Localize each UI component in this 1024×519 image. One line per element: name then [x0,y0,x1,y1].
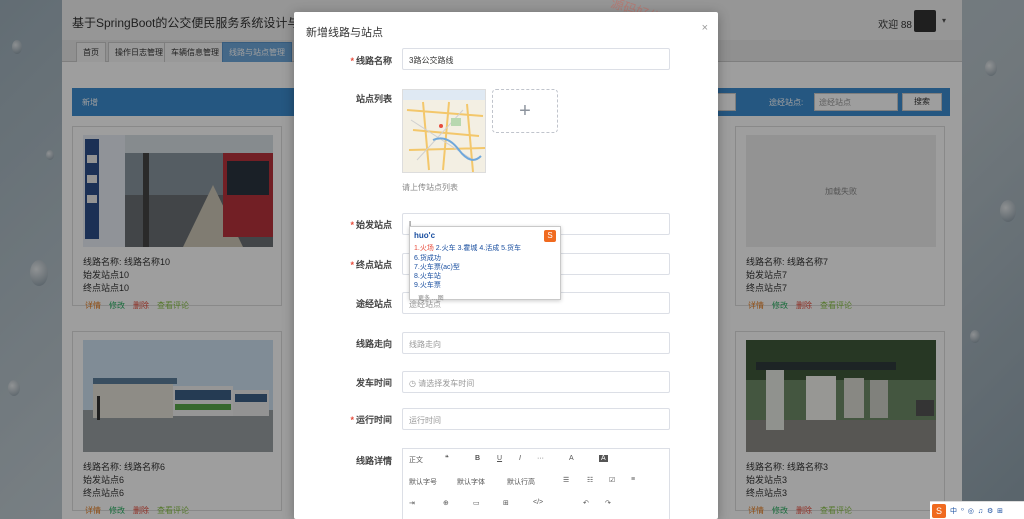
table-icon[interactable]: ⊞ [503,499,509,507]
ime-footer: 更多 …图 [418,296,444,302]
code-icon[interactable]: </> [533,499,543,506]
direction-input[interactable]: 线路走向 [402,332,670,354]
rich-text-editor[interactable]: 正文 ❝ B U I ··· A A 默认字号 默认字体 默认行高 ☰ ☷ ☑ … [402,448,670,519]
numbered-list-icon[interactable]: ☷ [587,476,593,484]
ime-candidates-row[interactable]: 1.火场 2.火车 3.霍城 4.活成 5.货车 [414,243,521,253]
image-icon[interactable]: ▭ [473,499,480,507]
line-height-select[interactable]: 默认行高 [507,477,535,487]
close-icon[interactable]: × [702,22,708,34]
font-color-icon[interactable]: A [569,455,574,462]
ime-toolbar: S 中 ⁰ ◎ ♫ ⚙ ⊞ [930,501,1024,519]
indent-icon[interactable]: ⇥ [409,499,415,507]
font-size-select[interactable]: 默认字号 [409,477,437,487]
start-station-label: * 始发站点 [350,220,392,230]
route-name-label: * 线路名称 [350,56,392,66]
align-icon[interactable]: ≡ [631,476,635,483]
sogou-logo-icon[interactable]: S [932,504,946,518]
upload-tip: 请上传站点列表 [402,183,458,192]
station-list-label: 站点列表 [355,94,392,104]
paragraph-select[interactable]: 正文 [409,455,423,465]
direction-label: 线路走向 [355,339,392,349]
sogou-logo-icon: S [544,230,556,242]
upload-add-button[interactable]: + [492,89,558,133]
ime-candidate[interactable]: 9.火车票 [414,280,441,290]
clock-icon: ◷ [409,379,419,388]
redo-icon[interactable]: ↷ [605,499,611,507]
depart-time-picker[interactable]: ◷ 请选择发车时间 [402,371,670,393]
background-color-icon[interactable]: A [599,455,608,462]
underline-icon[interactable]: U [497,455,502,462]
emoji-icon[interactable]: ⊕ [443,499,449,507]
bold-icon[interactable]: B [475,455,480,462]
checklist-icon[interactable]: ☑ [609,476,615,484]
run-time-label: * 运行时间 [350,415,392,425]
ime-composition: huo'c [414,231,436,240]
run-time-input[interactable]: 运行时间 [402,408,670,430]
font-family-select[interactable]: 默认字体 [457,477,485,487]
details-label: 线路详情 [355,456,392,466]
end-station-label: * 终点站点 [350,260,392,270]
dialog-title: 新增线路与站点 [306,27,383,39]
ime-status-icons[interactable]: 中 ⁰ ◎ ♫ ⚙ ⊞ [950,506,1004,516]
uploaded-map-thumbnail[interactable] [402,89,486,173]
via-station-label: 途经站点 [355,299,392,309]
bullet-list-icon[interactable]: ☰ [563,476,569,484]
ime-candidate-popup: huo'c S 1.火场 2.火车 3.霍城 4.活成 5.货车 6.货成功 7… [409,226,561,302]
quote-icon[interactable]: ❝ [445,454,449,462]
route-name-input[interactable]: 3路公交路线 [402,48,670,70]
depart-time-label: 发车时间 [355,378,392,388]
undo-icon[interactable]: ↶ [583,499,589,507]
italic-icon[interactable]: I [519,455,521,462]
more-icon[interactable]: ··· [537,455,544,462]
